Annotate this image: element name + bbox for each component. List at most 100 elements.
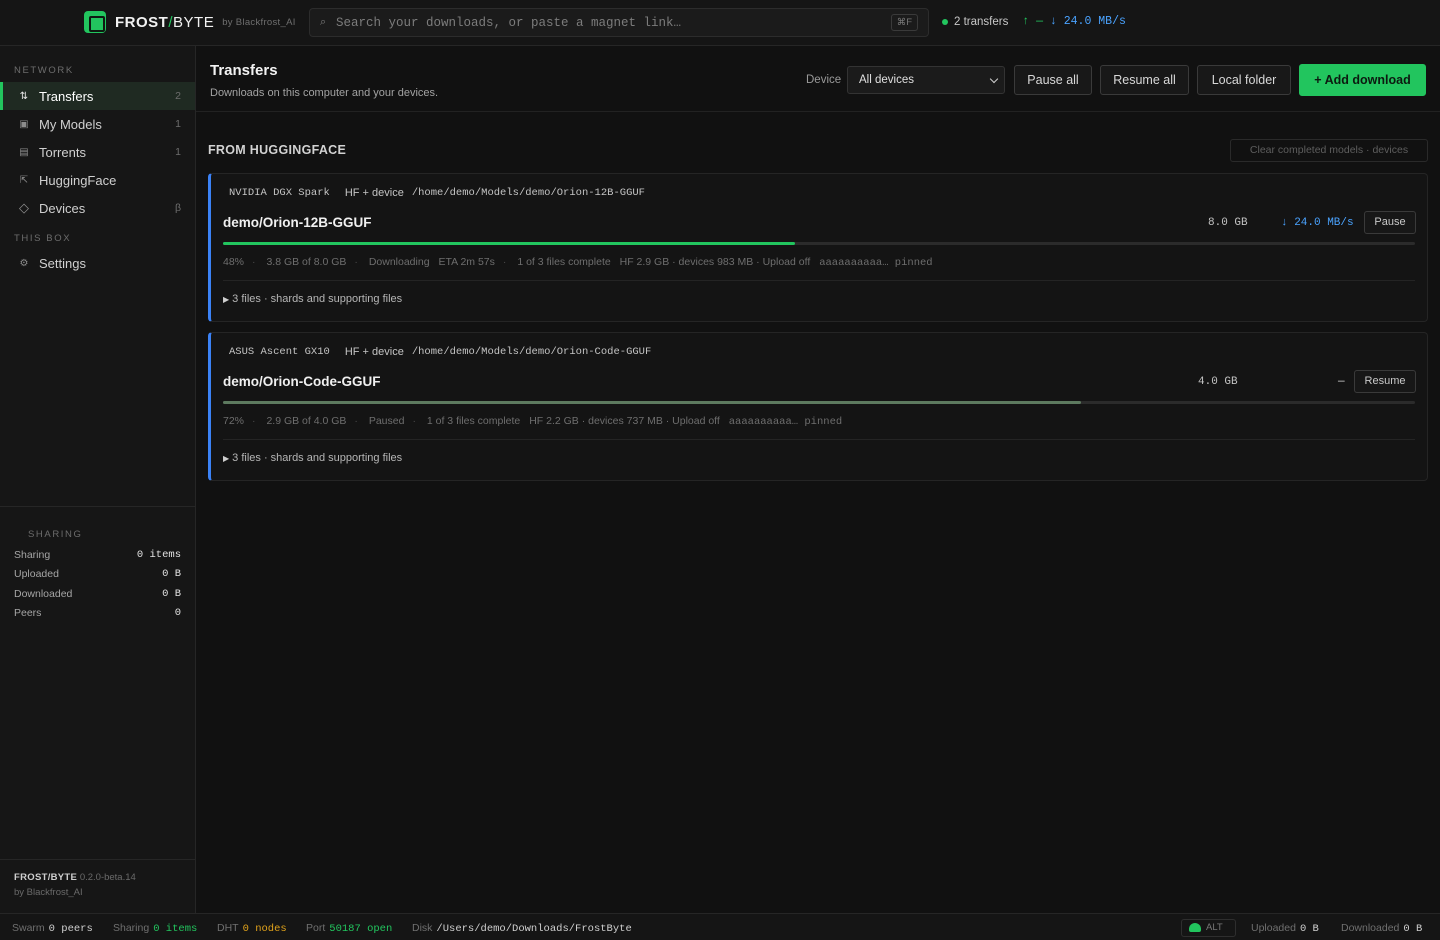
pause-all-button[interactable]: Pause all bbox=[1014, 65, 1092, 95]
add-download-button[interactable]: + Add download bbox=[1299, 64, 1426, 96]
status-uploaded: Uploaded 0 B bbox=[1251, 922, 1319, 935]
page-subtitle: Downloads on this computer and your devi… bbox=[210, 87, 439, 99]
version-info: FROST/BYTE 0.2.0-beta.14 by Blackfrost_A… bbox=[14, 872, 136, 898]
transfers-icon: ⇅ bbox=[19, 90, 29, 102]
top-bar: FROST/BYTE by Blackfrost_AI ⌕ ⌘F 2 trans… bbox=[0, 0, 1440, 46]
top-status: 2 transfers ↑ — ↓ 24.0 MB/s bbox=[942, 15, 1126, 28]
transfer-stats: 72% · 2.9 GB of 4.0 GB · Paused · 1 of 3 fi… bbox=[223, 415, 843, 428]
status-swarm: Swarm 0 peers bbox=[12, 922, 93, 935]
devices-icon: ◇ bbox=[19, 200, 29, 215]
sidebar-item-label: My Models bbox=[39, 116, 102, 132]
card-divider bbox=[223, 439, 1415, 440]
stat-uploaded: Uploaded 0 B bbox=[14, 568, 181, 580]
status-disk[interactable]: Disk/Users/demo/Downloads/FrostByte bbox=[412, 922, 632, 935]
huggingface-icon: ⇱ bbox=[19, 174, 29, 186]
online-dot-icon bbox=[942, 18, 948, 25]
device-select[interactable]: All devices bbox=[847, 66, 1005, 94]
sidebar-section-sharing: SHARING bbox=[28, 529, 83, 540]
transfer-card[interactable]: ASUS Ascent GX10 HF + device /home/demo/… bbox=[208, 332, 1428, 481]
transfer-stats: 48% · 3.8 GB of 8.0 GB · Downloading ETA 2… bbox=[223, 256, 933, 269]
search-input[interactable] bbox=[336, 9, 896, 36]
progress-track bbox=[223, 242, 1415, 245]
model-size: 8.0 GB bbox=[1208, 217, 1248, 229]
transfer-count: 2 transfers bbox=[954, 15, 1009, 28]
stat-downloaded: Downloaded 0 B bbox=[14, 588, 181, 600]
sidebar-item-label: HuggingFace bbox=[39, 172, 117, 188]
alt-speed-toggle[interactable]: ALT bbox=[1181, 919, 1236, 937]
transfer-source: HF + device bbox=[344, 187, 404, 199]
section-title: FROM HUGGINGFACE bbox=[208, 143, 347, 157]
app-logo-icon bbox=[84, 11, 106, 33]
transfer-path: /home/demo/Models/demo/Orion-Code-GGUF bbox=[411, 346, 652, 358]
card-divider bbox=[223, 280, 1415, 281]
sidebar-item-transfers[interactable]: ⇅ Transfers 2 bbox=[0, 82, 195, 110]
sidebar-item-count: 2 bbox=[175, 90, 181, 102]
local-folder-button[interactable]: Local folder bbox=[1197, 65, 1291, 95]
main-content: Transfers Downloads on this computer and… bbox=[196, 46, 1440, 913]
transfer-rate: ↓ 24.0 MB/s bbox=[1281, 217, 1354, 229]
sidebar-divider bbox=[0, 506, 195, 507]
sidebar-item-label: Settings bbox=[39, 255, 86, 271]
brand-by: by Blackfrost_AI bbox=[222, 16, 296, 28]
status-dht: DHT 0 nodes bbox=[217, 922, 287, 935]
transfer-meta: NVIDIA DGX Spark HF + device /home/demo/… bbox=[229, 187, 645, 199]
models-icon: ▣ bbox=[19, 118, 29, 130]
sidebar-item-settings[interactable]: ⚙ Settings bbox=[0, 249, 195, 277]
stat-sharing: Sharing 0 items bbox=[14, 549, 181, 561]
caret-right-icon: ▶ bbox=[223, 295, 230, 304]
progress-fill bbox=[223, 401, 1082, 404]
torrents-icon: ▤ bbox=[19, 146, 29, 158]
sidebar-item-torrents[interactable]: ▤ Torrents 1 bbox=[0, 138, 195, 166]
page-header: Transfers Downloads on this computer and… bbox=[196, 46, 1440, 112]
search-box[interactable]: ⌕ ⌘F bbox=[309, 8, 929, 37]
device-name: ASUS Ascent GX10 bbox=[229, 346, 330, 358]
resume-all-button[interactable]: Resume all bbox=[1100, 65, 1189, 95]
brand-name: FROST/BYTE bbox=[115, 13, 215, 31]
sidebar: NETWORK ⇅ Transfers 2 ▣ My Models 1 ▤ To… bbox=[0, 46, 196, 913]
page-title: Transfers bbox=[210, 62, 278, 79]
upload-rate: ↑ — bbox=[1022, 15, 1044, 28]
pause-button[interactable]: Pause bbox=[1364, 211, 1416, 234]
stat-peers: Peers 0 bbox=[14, 607, 181, 619]
sidebar-divider bbox=[0, 859, 195, 860]
sidebar-section-this-box: THIS BOX bbox=[14, 233, 72, 244]
chevron-down-icon bbox=[989, 74, 999, 84]
search-icon: ⌕ bbox=[320, 16, 327, 28]
transfer-path: /home/demo/Models/demo/Orion-12B-GGUF bbox=[411, 187, 645, 199]
device-label: Device bbox=[806, 74, 842, 86]
device-name: NVIDIA DGX Spark bbox=[229, 187, 330, 199]
sidebar-item-huggingface[interactable]: ⇱ HuggingFace bbox=[0, 166, 195, 194]
model-size: 4.0 GB bbox=[1198, 376, 1238, 388]
transfer-rate: — bbox=[1338, 376, 1345, 388]
sidebar-item-my-models[interactable]: ▣ My Models 1 bbox=[0, 110, 195, 138]
progress-track bbox=[223, 401, 1415, 404]
files-toggle[interactable]: ▶ 3 files · shards and supporting files bbox=[223, 452, 402, 464]
transfer-source: HF + device bbox=[344, 346, 404, 358]
sidebar-item-devices[interactable]: ◇ Devices β bbox=[0, 194, 195, 222]
clear-completed-button[interactable]: Clear completed models · devices bbox=[1230, 139, 1428, 162]
resume-button[interactable]: Resume bbox=[1354, 370, 1416, 393]
transfer-card[interactable]: NVIDIA DGX Spark HF + device /home/demo/… bbox=[208, 173, 1428, 322]
download-rate: ↓ 24.0 MB/s bbox=[1049, 15, 1126, 28]
sidebar-item-label: Transfers bbox=[39, 88, 94, 104]
turtle-icon bbox=[1189, 923, 1201, 932]
brand[interactable]: FROST/BYTE by Blackfrost_AI bbox=[84, 11, 296, 33]
sidebar-item-count: 1 bbox=[175, 118, 181, 130]
status-sharing: Sharing 0 items bbox=[113, 922, 198, 935]
top-rates: ↑ — ↓ 24.0 MB/s bbox=[1022, 15, 1126, 28]
transfer-meta: ASUS Ascent GX10 HF + device /home/demo/… bbox=[229, 346, 651, 358]
progress-fill bbox=[223, 242, 796, 245]
status-bar: Swarm 0 peers Sharing 0 items DHT 0 nodes P… bbox=[0, 913, 1440, 940]
model-name: demo/Orion-Code-GGUF bbox=[223, 374, 381, 389]
gear-icon: ⚙ bbox=[19, 257, 29, 269]
status-port: Port 50187 open bbox=[306, 922, 393, 935]
model-name: demo/Orion-12B-GGUF bbox=[223, 215, 372, 230]
sidebar-section-network: NETWORK bbox=[14, 65, 74, 76]
sidebar-item-count: 1 bbox=[175, 146, 181, 158]
sidebar-item-label: Torrents bbox=[39, 144, 86, 160]
sidebar-item-label: Devices bbox=[39, 200, 86, 216]
sidebar-item-count: β bbox=[174, 202, 181, 214]
files-toggle[interactable]: ▶ 3 files · shards and supporting files bbox=[223, 293, 402, 305]
search-shortcut: ⌘F bbox=[890, 14, 918, 31]
caret-right-icon: ▶ bbox=[223, 454, 230, 463]
